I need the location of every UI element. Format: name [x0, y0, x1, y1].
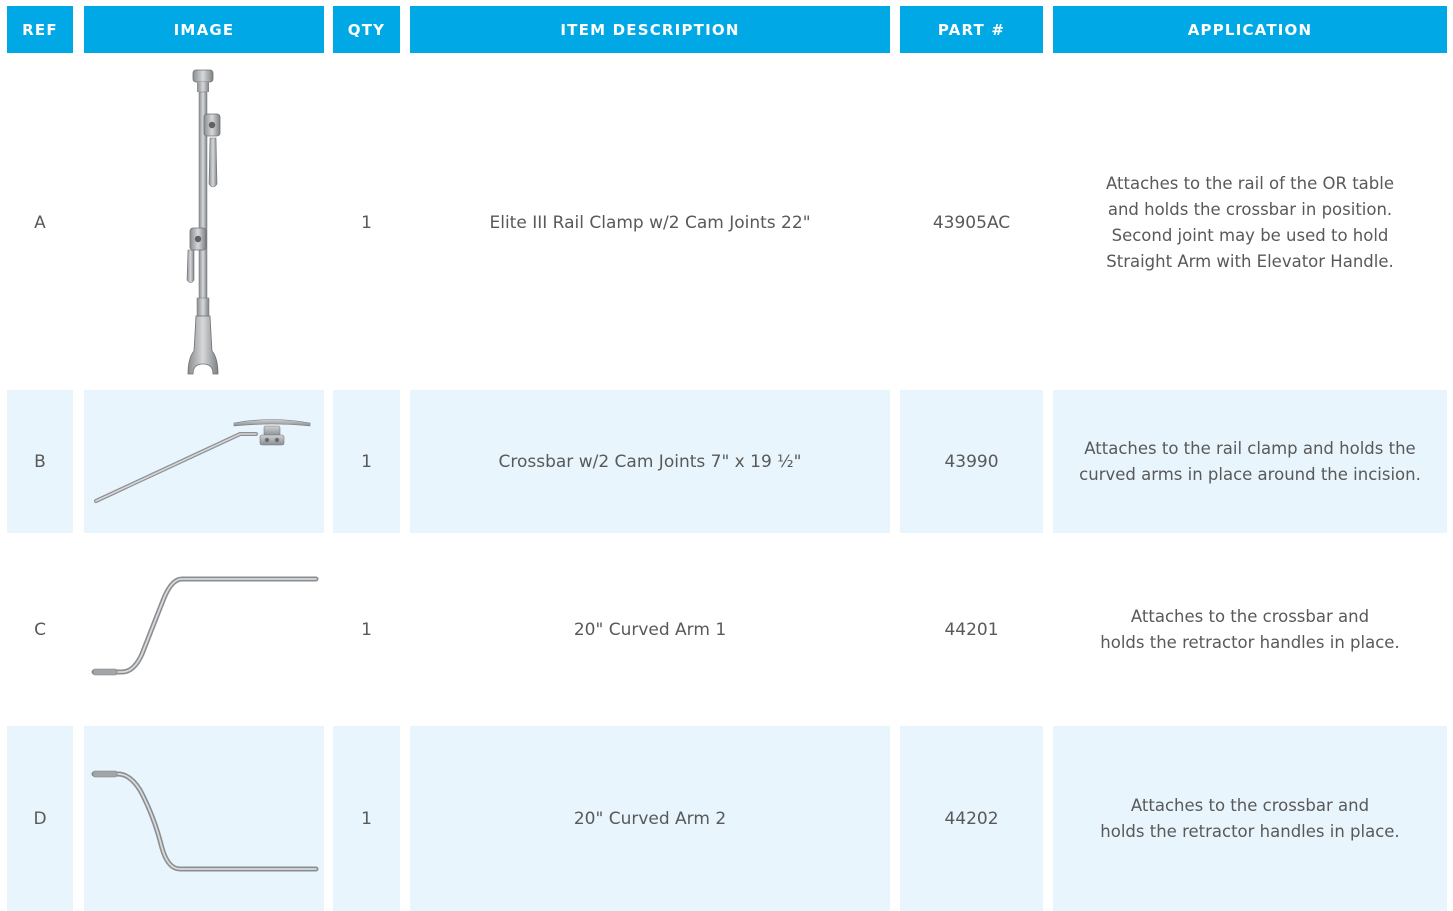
application-cell: Attaches to the crossbar and holds the r…: [1100, 607, 1400, 652]
part-number-cell: 44201: [944, 620, 999, 640]
qty-cell: 1: [361, 213, 372, 233]
header-part-number: PART #: [900, 6, 1043, 53]
header-application: APPLICATION: [1053, 6, 1447, 53]
curved-arm-1-image: [91, 576, 319, 676]
application-cell: Attaches to the rail clamp and holds the…: [1053, 390, 1447, 533]
curved-arm-2-image: [91, 770, 319, 872]
qty-cell: 1: [333, 390, 400, 533]
description-cell: Crossbar w/2 Cam Joints 7" x 19 ½": [410, 390, 890, 533]
header-image: IMAGE: [84, 6, 324, 53]
application-cell: Attaches to the rail of the OR table and…: [1106, 174, 1394, 271]
ref-cell: B: [7, 390, 73, 533]
qty-cell: 1: [361, 620, 372, 640]
ref-cell: C: [34, 620, 46, 640]
part-number-cell: 44202: [900, 726, 1043, 911]
image-cell: [84, 390, 324, 533]
image-cell: [84, 726, 324, 911]
header-item-description: ITEM DESCRIPTION: [410, 6, 890, 53]
rail-clamp-image: [186, 69, 221, 375]
part-number-cell: 43905AC: [932, 213, 1011, 233]
description-cell: 20" Curved Arm 2: [410, 726, 890, 911]
ref-cell: A: [34, 213, 46, 233]
image-cell: [84, 544, 324, 716]
ref-cell: D: [7, 726, 73, 911]
crossbar-image: [94, 419, 311, 503]
application-cell: Attaches to the crossbar and holds the r…: [1053, 726, 1447, 911]
description-cell: 20" Curved Arm 1: [573, 620, 727, 640]
description-cell: Elite III Rail Clamp w/2 Cam Joints 22": [489, 213, 811, 233]
qty-cell: 1: [333, 726, 400, 911]
image-cell: [84, 66, 324, 380]
header-ref: REF: [7, 6, 73, 53]
header-qty: QTY: [333, 6, 400, 53]
part-number-cell: 43990: [900, 390, 1043, 533]
